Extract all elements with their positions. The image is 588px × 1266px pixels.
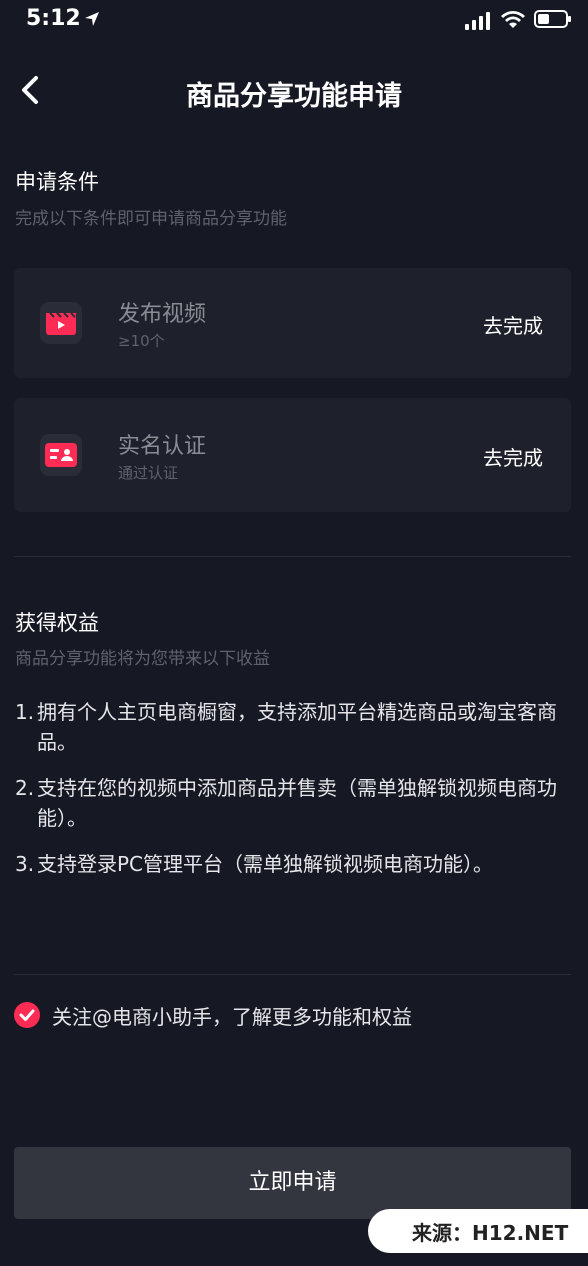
benefit-number: 1. — [15, 700, 35, 724]
follow-assistant-label: 关注@电商小助手，了解更多功能和权益 — [52, 1005, 412, 1029]
status-time: 5:12 — [26, 6, 81, 31]
condition-title: 发布视频 — [118, 302, 207, 327]
benefit-item: 3. 支持登录PC管理平台（需单独解锁视频电商功能）。 — [15, 849, 535, 879]
cellular-signal-icon — [465, 12, 490, 30]
follow-assistant-option: 关注@电商小助手，了解更多功能和权益 — [14, 1000, 574, 1030]
page-title: 商品分享功能申请 — [186, 81, 402, 112]
status-bar: 5:12 — [0, 0, 588, 40]
condition-requirement: ≥10个 — [118, 332, 165, 350]
video-clapper-icon — [40, 302, 82, 344]
id-card-icon — [40, 434, 82, 476]
benefit-item: 2. 支持在您的视频中添加商品并售卖（需单独解锁视频电商功能）。 — [15, 773, 575, 833]
condition-title: 实名认证 — [118, 434, 207, 459]
benefit-text: 支持在您的视频中添加商品并售卖（需单独解锁视频电商功能）。 — [37, 776, 557, 830]
condition-requirement: 通过认证 — [118, 464, 179, 482]
divider — [14, 556, 571, 557]
watermark-text: 来源：H12.NET — [412, 1221, 569, 1245]
benefit-text: 支持登录PC管理平台（需单独解锁视频电商功能）。 — [37, 852, 494, 876]
benefits-title: 获得权益 — [15, 611, 99, 635]
battery-icon — [534, 10, 571, 28]
complete-identity-button[interactable]: 去完成 — [483, 442, 543, 471]
complete-video-button[interactable]: 去完成 — [483, 310, 543, 339]
source-watermark: 来源：H12.NET — [368, 1209, 588, 1253]
conditions-title: 申请条件 — [15, 170, 99, 194]
benefit-text: 拥有个人主页电商橱窗，支持添加平台精选商品或淘宝客商品。 — [37, 700, 557, 754]
divider — [14, 974, 571, 975]
condition-card-identity: 实名认证 通过认证 去完成 — [14, 398, 571, 512]
conditions-subtitle: 完成以下条件即可申请商品分享功能 — [15, 209, 287, 229]
condition-card-video: 发布视频 ≥10个 去完成 — [14, 268, 571, 378]
checkbox-checked-icon[interactable] — [14, 1002, 40, 1028]
wifi-icon — [501, 11, 525, 28]
benefit-number: 3. — [15, 852, 35, 876]
benefits-subtitle: 商品分享功能将为您带来以下收益 — [15, 649, 270, 669]
location-arrow-icon — [85, 12, 99, 26]
benefit-item: 1. 拥有个人主页电商橱窗，支持添加平台精选商品或淘宝客商品。 — [15, 697, 575, 757]
nav-bar: 商品分享功能申请 — [0, 60, 588, 120]
benefit-number: 2. — [15, 776, 35, 800]
